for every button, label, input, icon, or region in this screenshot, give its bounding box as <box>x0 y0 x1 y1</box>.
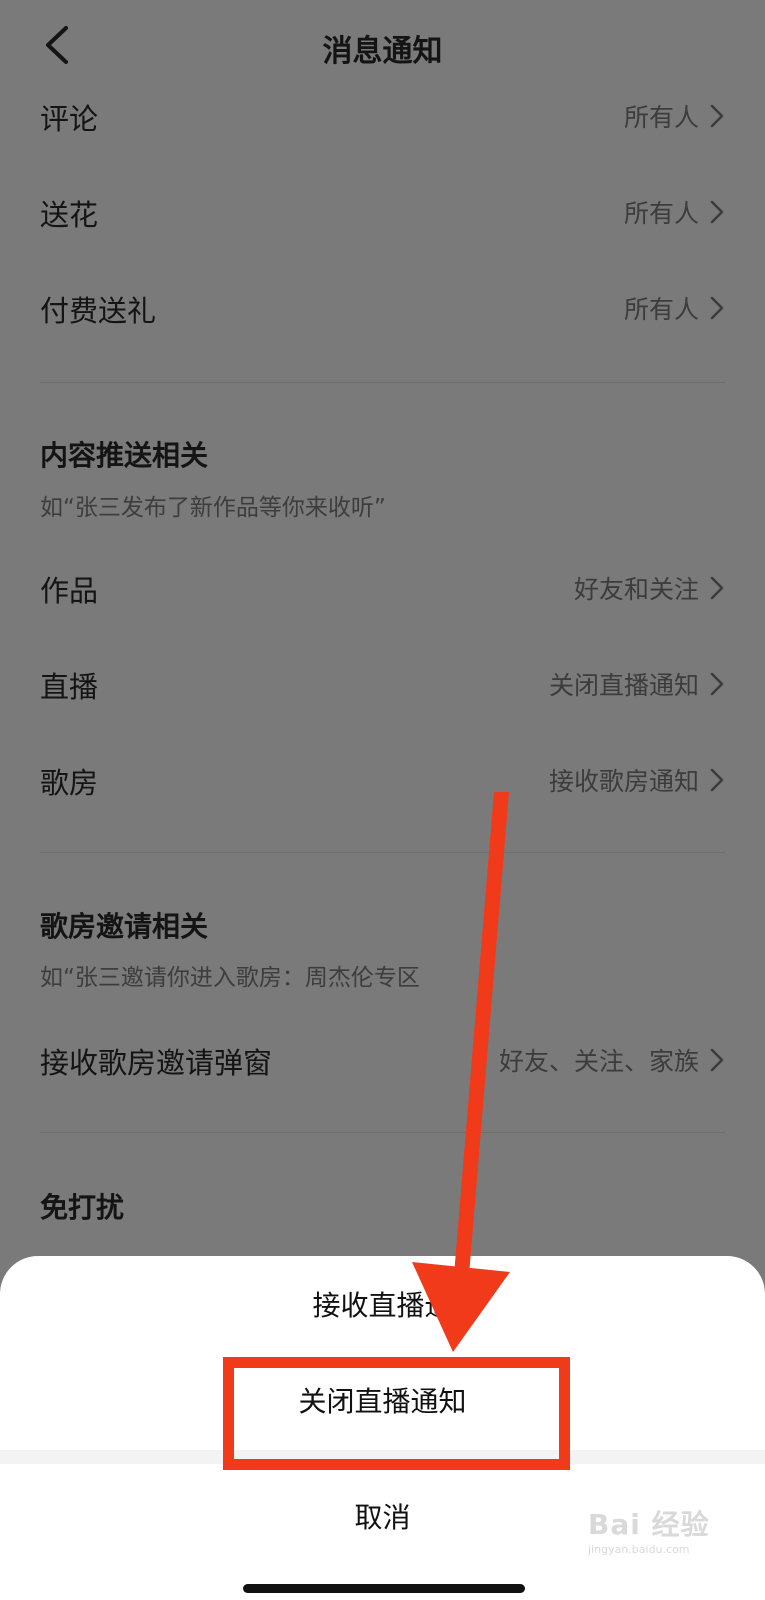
section-title-dnd: 免打扰 <box>40 1191 125 1224</box>
chevron-right-icon <box>710 104 724 128</box>
row-value: 所有人 <box>623 199 699 228</box>
row-value: 所有人 <box>623 295 699 324</box>
watermark-text: Bai 经验 <box>588 1508 710 1541</box>
row-value: 关闭直播通知 <box>548 671 699 700</box>
page-title: 消息通知 <box>322 34 443 69</box>
row-label: 送花 <box>40 198 99 232</box>
section-title-content-push: 内容推送相关 <box>40 439 209 472</box>
home-indicator <box>243 1584 525 1593</box>
row-comment[interactable]: 评论 所有人 <box>40 84 725 144</box>
row-value: 好友和关注 <box>573 575 699 604</box>
row-label: 作品 <box>40 574 99 608</box>
section-subtitle-room-invite: 如“张三邀请你进入歌房：周杰伦专区 <box>40 965 420 991</box>
chevron-right-icon <box>710 200 724 224</box>
row-room-invite-popup[interactable]: 接收歌房邀请弹窗 好友、关注、家族 <box>40 1028 725 1088</box>
chevron-right-icon <box>710 768 724 792</box>
chevron-right-icon <box>710 1048 724 1072</box>
row-paid-gift[interactable]: 付费送礼 所有人 <box>40 276 725 336</box>
chevron-right-icon <box>710 576 724 600</box>
row-label: 付费送礼 <box>40 294 157 328</box>
row-label: 直播 <box>40 670 99 704</box>
message-notification-page: 消息通知 评论 所有人 送花 所有人 付费送礼 所有人 内容推送相关 如“张三发… <box>0 0 765 1600</box>
option-receive-live[interactable]: 接收直播通 <box>0 1266 765 1346</box>
nav-bar: 消息通知 <box>0 0 765 90</box>
highlight-box-annotation <box>223 1357 570 1470</box>
row-song-room[interactable]: 歌房 接收歌房通知 <box>40 748 725 808</box>
watermark-url: jingyan.baidu.com <box>588 1543 690 1556</box>
divider <box>40 1132 725 1133</box>
row-live[interactable]: 直播 关闭直播通知 <box>40 652 725 712</box>
row-value: 接收歌房通知 <box>548 767 699 796</box>
row-label: 歌房 <box>40 766 99 800</box>
row-flower[interactable]: 送花 所有人 <box>40 180 725 240</box>
divider <box>40 852 725 853</box>
row-label: 评论 <box>40 102 99 136</box>
section-title-room-invite: 歌房邀请相关 <box>40 910 209 943</box>
watermark-logo: Bai 经验 jingyan.baidu.com <box>588 1503 738 1563</box>
row-value: 好友、关注、家族 <box>498 1047 699 1076</box>
divider <box>40 382 725 383</box>
row-value: 所有人 <box>623 103 699 132</box>
chevron-right-icon <box>710 672 724 696</box>
row-label: 接收歌房邀请弹窗 <box>40 1046 273 1080</box>
row-works[interactable]: 作品 好友和关注 <box>40 556 725 616</box>
section-subtitle-content-push: 如“张三发布了新作品等你来收听” <box>40 495 386 521</box>
chevron-right-icon <box>710 296 724 320</box>
